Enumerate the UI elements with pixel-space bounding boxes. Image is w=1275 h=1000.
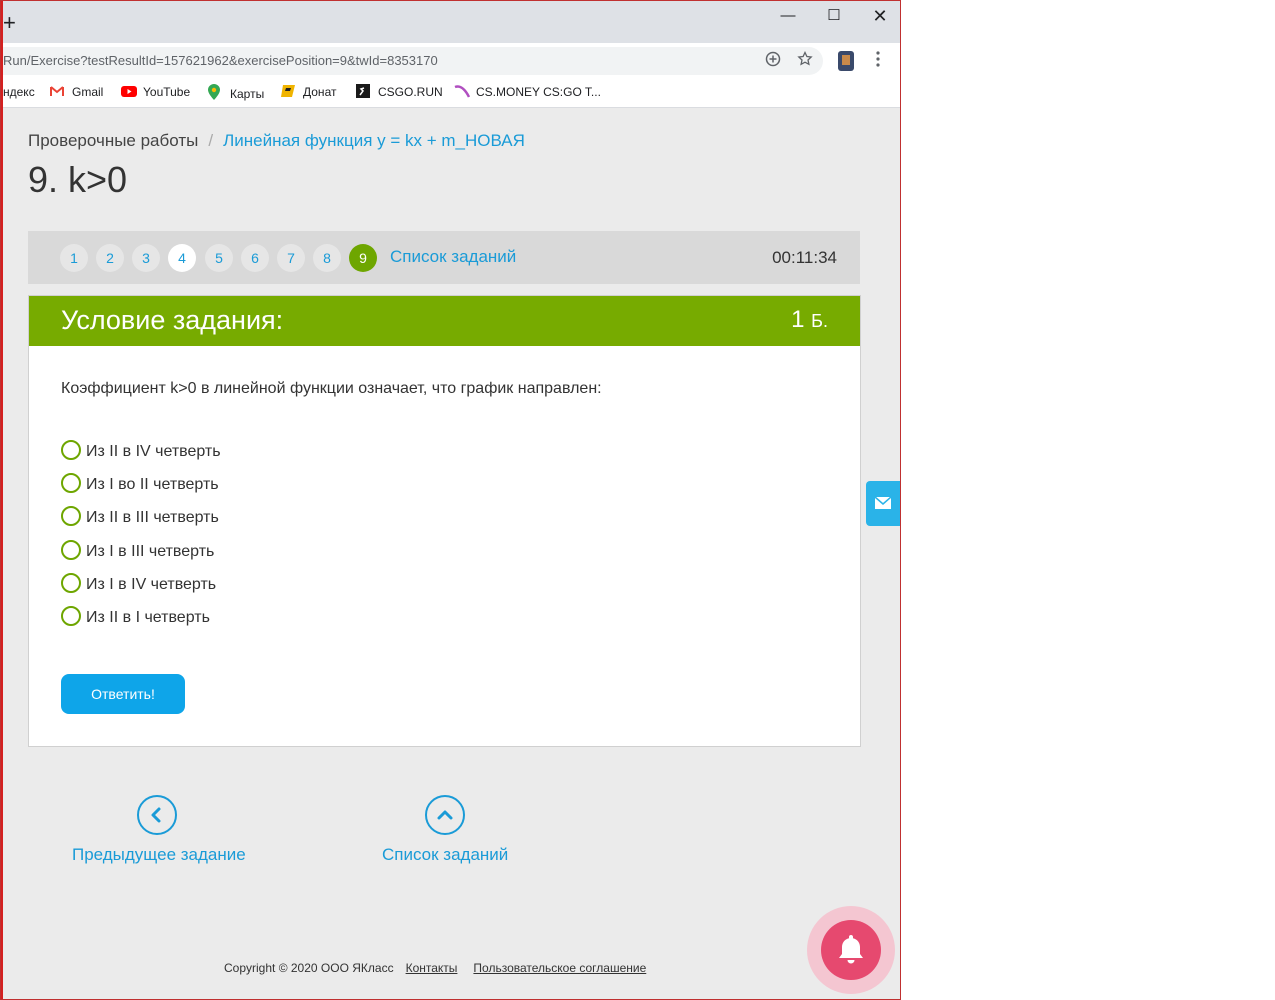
agreement-link[interactable]: Пользовательское соглашение [473, 961, 646, 975]
bookmark-youtube[interactable]: YouTube [121, 84, 190, 100]
pager-item-1[interactable]: 1 [60, 244, 88, 272]
pager-item-4[interactable]: 4 [168, 244, 196, 272]
option-label[interactable]: Из II в III четверть [86, 509, 219, 526]
option-label[interactable]: Из II в IV четверть [86, 443, 221, 460]
breadcrumb-current[interactable]: Линейная функция y = kx + m_НОВАЯ [223, 131, 525, 150]
maximize-button[interactable]: ☐ [821, 6, 847, 26]
breadcrumb-separator: / [208, 131, 214, 150]
pager-item-9[interactable]: 9 [349, 244, 377, 272]
minimize-button[interactable]: — [775, 6, 801, 26]
breadcrumb-root[interactable]: Проверочные работы [28, 131, 198, 150]
bookmark-gmail[interactable]: Gmail [50, 84, 103, 100]
pager-item-2[interactable]: 2 [96, 244, 124, 272]
task-header-title: Условие задания: [61, 305, 284, 335]
radio-button[interactable] [61, 606, 81, 626]
pager-item-7[interactable]: 7 [277, 244, 305, 272]
bookmark-star-icon[interactable] [795, 50, 815, 71]
radio-button[interactable] [61, 540, 81, 560]
task-list-link[interactable]: Список заданий [390, 247, 516, 267]
notification-button-inner[interactable] [821, 920, 881, 980]
breadcrumb: Проверочные работы / Линейная функция y = … [28, 131, 525, 151]
notification-button[interactable] [807, 906, 895, 994]
address-bar[interactable]: Run/Exercise?testResultId=157621962&exer… [3, 47, 823, 75]
task-points: 1 Б. [791, 306, 828, 334]
question-text: Коэффициент k>0 в линейной функции означ… [61, 380, 602, 397]
pager-item-3[interactable]: 3 [132, 244, 160, 272]
radio-button[interactable] [61, 573, 81, 593]
footer: Copyright © 2020 ООО ЯКласс Контакты Польз… [224, 961, 646, 975]
bell-icon [839, 935, 863, 964]
new-tab-button[interactable]: + [3, 12, 16, 34]
previous-task-link[interactable]: Предыдущее задание [72, 795, 246, 865]
exercise-pager: 1 2 3 4 5 6 7 8 9 Список заданий 00:11:3… [28, 231, 860, 284]
mail-icon [874, 496, 892, 509]
csmoney-icon [454, 84, 471, 98]
task-header: Условие задания: 1 Б. [29, 296, 860, 346]
chevron-up-icon[interactable] [424, 795, 465, 835]
radio-button[interactable] [61, 473, 81, 493]
bookmark-maps[interactable]: Карты [208, 84, 264, 102]
url-text[interactable]: Run/Exercise?testResultId=157621962&exer… [3, 53, 438, 68]
bookmark-donat[interactable]: Донат [281, 84, 336, 100]
browser-toolbar: Run/Exercise?testResultId=157621962&exer… [3, 43, 900, 79]
profile-avatar-icon[interactable] [836, 51, 856, 71]
close-window-button[interactable]: ✕ [867, 6, 893, 26]
gmail-icon [50, 84, 64, 98]
page-title: 9. k>0 [28, 159, 128, 200]
bookmark-yandex[interactable]: ндекс [3, 84, 35, 100]
pager-item-5[interactable]: 5 [205, 244, 233, 272]
task-list-nav-label[interactable]: Список заданий [382, 845, 508, 864]
radio-button[interactable] [61, 440, 81, 460]
option-label[interactable]: Из I во II четверть [86, 476, 219, 493]
csgorun-icon [356, 84, 370, 98]
option-label[interactable]: Из I в IV четверть [86, 576, 216, 593]
answer-option[interactable]: Из II в III четверть [61, 506, 219, 526]
answer-option[interactable]: Из I во II четверть [61, 473, 219, 493]
points-value: 1 [791, 306, 805, 333]
points-unit: Б. [811, 311, 828, 331]
copyright: Copyright © 2020 ООО ЯКласс [224, 961, 394, 975]
contacts-link[interactable]: Контакты [406, 961, 458, 975]
radio-button[interactable] [61, 506, 81, 526]
pager-item-6[interactable]: 6 [241, 244, 269, 272]
title-bar: + — ☐ ✕ [3, 0, 900, 43]
bookmarks-bar: ндекс Gmail YouTube Карты Донат CSGO.RUN… [3, 79, 900, 108]
chevron-left-icon[interactable] [137, 795, 177, 835]
window-edge [0, 0, 3, 1000]
browser-window: + — ☐ ✕ Run/Exercise?testResultId=157621… [0, 0, 901, 1000]
answer-option[interactable]: Из II в I четверть [61, 606, 210, 626]
browser-menu-icon[interactable] [868, 51, 888, 71]
timer: 00:11:34 [772, 248, 837, 267]
feedback-tab[interactable] [866, 481, 900, 526]
maps-pin-icon [208, 84, 222, 100]
option-label[interactable]: Из II в I четверть [86, 609, 210, 626]
answer-option[interactable]: Из I в IV четверть [61, 573, 216, 593]
install-app-icon[interactable] [763, 51, 783, 71]
submit-answer-button[interactable]: Ответить! [61, 674, 185, 714]
youtube-icon [121, 84, 137, 98]
bookmark-csgorun[interactable]: CSGO.RUN [356, 84, 443, 100]
donat-icon [281, 84, 295, 98]
answer-option[interactable]: Из II в IV четверть [61, 440, 221, 460]
option-label[interactable]: Из I в III четверть [86, 543, 214, 560]
answer-option[interactable]: Из I в III четверть [61, 540, 214, 560]
previous-task-label[interactable]: Предыдущее задание [72, 845, 246, 864]
task-list-nav-link[interactable]: Список заданий [382, 795, 508, 865]
pager-item-8[interactable]: 8 [313, 244, 341, 272]
task-panel: Условие задания: 1 Б. Коэффициент k>0 в … [28, 295, 861, 747]
bookmark-csmoney[interactable]: CS.MONEY CS:GO T... [454, 84, 601, 100]
